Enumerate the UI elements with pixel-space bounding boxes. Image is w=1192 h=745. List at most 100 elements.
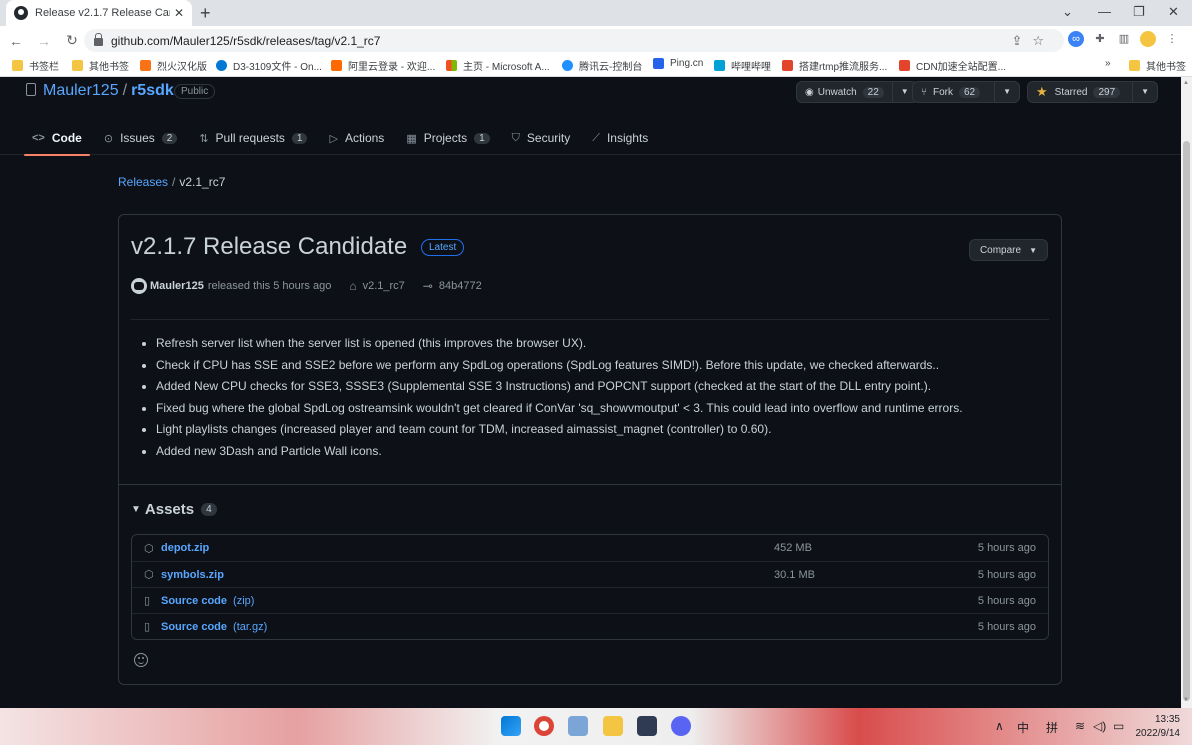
github-page: Mauler125/r5sdk Public ◉ Unwatch 22 ▼ ⑂ … <box>0 77 1181 708</box>
list-item: Added new 3Dash and Particle Wall icons. <box>156 441 963 463</box>
play-icon: ▷ <box>329 132 338 145</box>
scroll-up-icon[interactable]: ▲ <box>1183 80 1189 86</box>
chevron-down-icon[interactable]: ▼ <box>891 82 909 102</box>
chevron-down-icon[interactable]: ▼ <box>1132 82 1149 102</box>
tab-security[interactable]: ⛉ Security <box>504 121 579 155</box>
photos-icon[interactable] <box>568 716 588 736</box>
bookmark-item[interactable]: 哔哩哔哩 <box>714 58 771 73</box>
ime-mode[interactable]: 拼 <box>1046 719 1058 736</box>
asset-format[interactable]: (tar.gz) <box>233 621 267 633</box>
bookmark-item[interactable]: Ping.cn <box>653 58 703 69</box>
discord-icon[interactable] <box>671 716 691 736</box>
fork-icon: ⑂ <box>921 86 927 98</box>
back-icon[interactable]: ← <box>4 33 28 49</box>
bookmark-item[interactable]: 书签栏 <box>12 58 59 73</box>
list-item: Refresh server list when the server list… <box>156 333 963 355</box>
asset-format[interactable]: (zip) <box>233 595 254 607</box>
tab-label: Issues <box>120 131 155 145</box>
scrollbar-thumb[interactable] <box>1183 141 1190 701</box>
file-explorer-icon[interactable] <box>603 716 623 736</box>
asset-link[interactable]: Source code <box>161 595 227 607</box>
releases-link[interactable]: Releases <box>118 175 168 189</box>
profile-avatar[interactable] <box>1140 31 1156 47</box>
volume-icon[interactable]: ◁) <box>1093 719 1106 733</box>
close-tab-icon[interactable]: ✕ <box>174 6 184 20</box>
repo-title: Mauler125/r5sdk <box>43 82 174 100</box>
scroll-down-icon[interactable]: ▼ <box>1183 697 1189 703</box>
restore-icon[interactable]: ❐ <box>1133 4 1145 20</box>
tab-actions[interactable]: ▷ Actions <box>321 121 392 155</box>
fork-button[interactable]: ⑂ Fork 62 ▼ <box>912 81 1021 103</box>
bookmarks-overflow-button[interactable]: » <box>1105 58 1111 69</box>
avatar[interactable] <box>131 278 147 294</box>
assets-heading: Assets <box>144 501 195 518</box>
smiley-icon[interactable] <box>134 653 148 667</box>
asset-link[interactable]: symbols.zip <box>161 569 224 581</box>
star-icon: ★ <box>1036 84 1048 99</box>
side-panel-icon[interactable]: ▥ <box>1116 31 1132 47</box>
wifi-icon[interactable]: ≋ <box>1075 719 1085 733</box>
bookmarks-bar: 书签栏 其他书签 烈火汉化版 D3-3109文件 - On... 阿里云登录 -… <box>0 55 1192 77</box>
tab-pull-requests[interactable]: ⇅ Pull requests 1 <box>191 121 315 155</box>
bookmark-item[interactable]: 其他书签 <box>72 58 129 73</box>
commit-link[interactable]: 84b4772 <box>439 280 482 292</box>
tag-link[interactable]: v2.1_rc7 <box>363 280 405 292</box>
forward-icon[interactable]: → <box>32 33 56 49</box>
compare-button[interactable]: Compare ▼ <box>968 239 1048 261</box>
assets-count: 4 <box>201 503 217 516</box>
close-window-icon[interactable]: ✕ <box>1168 4 1179 20</box>
chrome-icon[interactable] <box>534 716 554 736</box>
ime-language[interactable]: 中 <box>1017 719 1029 736</box>
bookmark-item[interactable]: 腾讯云-控制台 <box>562 58 642 73</box>
repo-owner-link[interactable]: Mauler125 <box>43 82 119 99</box>
tab-label: Projects <box>423 131 468 145</box>
asset-time: 5 hours ago <box>977 542 1036 554</box>
windows-start-icon[interactable] <box>501 716 521 736</box>
tab-search-icon[interactable]: ⌄ <box>1062 4 1073 20</box>
shield-icon: ⛉ <box>511 131 520 144</box>
bookmark-item[interactable]: 阿里云登录 - 欢迎... <box>331 58 435 73</box>
tab-label: Pull requests <box>215 131 285 145</box>
tab-insights[interactable]: ⟋ Insights <box>584 121 656 155</box>
tab-count: 2 <box>161 132 178 144</box>
clock-time: 13:35 <box>1154 714 1180 725</box>
menu-icon[interactable]: ⋮ <box>1164 31 1180 47</box>
puzzle-icon[interactable]: ✚ <box>1092 31 1108 47</box>
clock[interactable]: 13:35 2022/9/14 <box>1136 713 1181 741</box>
bookmark-item[interactable]: 主页 - Microsoft A... <box>446 58 550 73</box>
taskbar: ∧ 中 拼 ≋ ◁) ▭ 13:35 2022/9/14 <box>0 708 1192 745</box>
tab-issues[interactable]: ⊙ Issues 2 <box>96 121 185 155</box>
bookmark-item[interactable]: 烈火汉化版 <box>140 58 207 73</box>
bookmark-item[interactable]: D3-3109文件 - On... <box>216 58 322 73</box>
bookmark-item[interactable]: 搭建rtmp推流服务... <box>782 58 887 73</box>
extension-icon[interactable]: ∞ <box>1068 31 1084 47</box>
new-tab-icon[interactable]: + <box>200 3 211 24</box>
bookmark-label: 腾讯云-控制台 <box>579 62 643 73</box>
tab-projects[interactable]: ▦ Projects 1 <box>398 121 497 155</box>
repo-name-link[interactable]: r5sdk <box>131 82 174 99</box>
author-link[interactable]: Mauler125 <box>150 280 204 292</box>
asset-link[interactable]: Source code <box>161 621 227 633</box>
game-app-icon[interactable] <box>637 716 657 736</box>
bookmark-item-other[interactable]: 其他书签 <box>1129 58 1186 73</box>
browser-tab[interactable]: Release v2.1.7 Release Candidate ✕ <box>6 0 192 26</box>
unwatch-button[interactable]: ◉ Unwatch 22 ▼ <box>796 81 918 103</box>
address-bar[interactable]: github.com/Mauler125/r5sdk/releases/tag/… <box>84 29 1064 52</box>
tray-overflow-icon[interactable]: ∧ <box>995 719 1004 733</box>
minimize-icon[interactable]: — <box>1098 4 1111 19</box>
visibility-badge: Public <box>174 84 216 99</box>
bilibili-icon <box>714 60 725 71</box>
release-title[interactable]: v2.1.7 Release Candidate <box>131 233 407 261</box>
page-scrollbar[interactable]: ▲ ▼ <box>1181 77 1192 708</box>
battery-icon[interactable]: ▭ <box>1113 719 1124 733</box>
table-row: ▯ Source code (tar.gz) 5 hours ago <box>132 613 1048 639</box>
starred-button[interactable]: ★ Starred 297 ▼ <box>1027 81 1159 103</box>
asset-link[interactable]: depot.zip <box>161 542 209 554</box>
share-icon[interactable]: ⇪☆ <box>1011 33 1054 49</box>
reload-icon[interactable]: ↻ <box>60 32 84 49</box>
bookmark-item[interactable]: CDN加速全站配置... <box>899 58 1006 73</box>
file-zip-icon: ▯ <box>144 621 151 633</box>
assets-toggle[interactable]: ▼ Assets 4 <box>131 501 217 518</box>
tab-code[interactable]: <> Code <box>24 121 90 156</box>
chevron-down-icon[interactable]: ▼ <box>994 82 1011 102</box>
